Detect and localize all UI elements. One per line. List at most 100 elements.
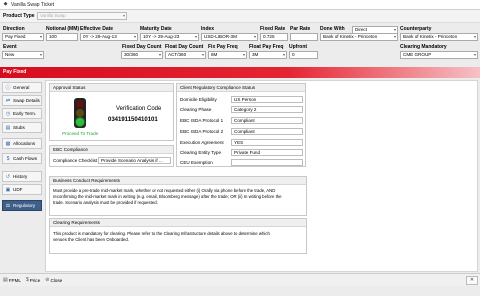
close-circle-icon: ⊘ (45, 277, 50, 283)
regulatory-content: Approval Status Proceed To Trade Verific… (45, 80, 478, 272)
done-with-value: Direct (355, 27, 367, 32)
fixed-day-count-select[interactable]: 30/360 ▾ (121, 51, 163, 59)
section-bar-label: Pay Fixed (3, 69, 27, 75)
nav-item-label: Early Term. (13, 111, 37, 116)
reg-row-label: Clearing Entity Type (180, 150, 222, 155)
index-header: Index (201, 26, 215, 32)
direction-select[interactable]: Pay Fixed ▾ (2, 33, 44, 41)
upfront-value: 0 (292, 52, 295, 57)
business-conduct-title: Business Conduct Requirements (50, 177, 306, 185)
history-icon: ↺ (5, 173, 11, 180)
float-day-count-value: ACT/360 (168, 52, 187, 57)
nav-item-general[interactable]: ⓘ General (2, 82, 42, 93)
maturity-date-input[interactable]: 10Y -> 29-Aug-23 ▾ (140, 33, 199, 41)
chevron-down-icon: ▾ (194, 34, 197, 39)
reg-row-label: Clearing Phase (180, 107, 212, 112)
counterparty-select[interactable]: Bank of Kinetix - Princeton ▾ (400, 33, 478, 41)
upfront-input[interactable]: 0 (289, 51, 318, 59)
nav-item-label: UDF (13, 187, 23, 192)
red-light (76, 100, 84, 108)
maturity-date-value: 10Y -> 29-Aug-23 (143, 34, 180, 39)
effective-date-value: 0Y -> 29-Aug-13 (83, 34, 117, 39)
reg-row-text: US Person (234, 97, 257, 102)
nav-item-label: Regulatory (13, 203, 36, 208)
reg-row-text: Compliant (234, 118, 255, 123)
par-rate-input[interactable] (290, 33, 318, 41)
counterparty-header: Counterparty (400, 26, 432, 32)
traffic-light-icon (74, 98, 86, 128)
chevron-down-icon: ▾ (253, 34, 256, 39)
price-button[interactable]: $ Price (26, 277, 40, 283)
close-ticket-button[interactable]: ⊘ Close (45, 277, 62, 283)
reg-row-value: Private Fund (231, 149, 303, 156)
business-conduct-line: trade. Scenario analysis must be provide… (53, 200, 158, 205)
par-rate-header: Par Rate (290, 26, 311, 32)
chevron-down-icon: ▾ (39, 34, 42, 39)
nav-item-history[interactable]: ↺ History (2, 171, 42, 182)
float-day-count-header: Float Day Count (165, 44, 204, 50)
window-title: Vanilla Swap Ticket (11, 1, 54, 8)
float-pay-freq-value: 3M (252, 52, 259, 57)
index-select[interactable]: USD-LIBOR-3M ▾ (201, 33, 258, 41)
chevron-down-icon: ▾ (133, 34, 136, 39)
section-bar: Pay Fixed (0, 67, 480, 78)
document-icon: ▤ (3, 277, 8, 283)
nav-item-allocations[interactable]: ▦ Allocations (2, 138, 42, 149)
close-icon[interactable]: ✕ (466, 276, 478, 285)
nav-item-cash-flows[interactable]: $ Cash Flows (2, 153, 42, 164)
notional-input[interactable]: 100 (46, 33, 78, 41)
product-type-value: Vanilla Swap (40, 13, 66, 18)
ebc-compliance-title: EBC Compliance (50, 146, 173, 154)
reg-row-value: Compliant (231, 117, 303, 124)
float-pay-freq-select[interactable]: 3M ▾ (249, 51, 287, 59)
notional-value: 100 (49, 34, 57, 39)
fix-pay-freq-select[interactable]: 6M ▾ (208, 51, 247, 59)
fpml-button[interactable]: ▤ FPML (3, 277, 21, 283)
window-bottom-edge (0, 286, 480, 296)
clock-icon: ◷ (5, 110, 11, 117)
client-regulatory-title: Client Regulatory Compliance Status (177, 84, 305, 92)
reg-row-label: Domicile Eligibility (180, 97, 217, 102)
price-label: Price (29, 277, 41, 283)
reg-row-label: EBC ISDA Protocol 1 (180, 118, 224, 123)
info-icon: ⓘ (5, 84, 11, 91)
product-type-label: Product Type (3, 13, 35, 19)
float-pay-freq-header: Float Pay Freq (249, 44, 284, 50)
reg-row-text: Category 2 (234, 107, 257, 112)
chevron-down-icon: ▾ (39, 52, 42, 57)
compliance-checklist-select[interactable]: Provide Scenario Analysis if ... (98, 157, 171, 164)
nav-item-swap-details[interactable]: ⇄ Swap Details (2, 95, 42, 106)
float-day-count-select[interactable]: ACT/360 ▾ (165, 51, 206, 59)
direction-header: Direction (3, 26, 25, 32)
clearing-line: This product is mandatory for clearing. … (53, 231, 270, 236)
chevron-down-icon: ▾ (158, 52, 161, 57)
clearing-requirements-panel: Clearing Requirements This product is ma… (49, 218, 307, 254)
done-with-entity-select[interactable]: Bank of Kinetix - Princeton ▾ (320, 33, 398, 41)
nav-item-label: Stubs (13, 125, 25, 130)
left-nav: ⓘ General ⇄ Swap Details ◷ Early Term. ▤… (0, 80, 45, 272)
reg-row-value: US Person (231, 96, 303, 103)
fixed-rate-value: 0.725 (263, 34, 275, 39)
clearing-mandatory-select[interactable]: CME GROUP ▾ (400, 51, 478, 59)
effective-date-input[interactable]: 0Y -> 29-Aug-13 ▾ (80, 33, 138, 41)
compliance-checklist-value: Provide Scenario Analysis if ... (101, 158, 163, 163)
nav-item-stubs[interactable]: ▤ Stubs (2, 122, 42, 133)
business-conduct-line: Must provide a pre-trade mid-market mark… (53, 188, 276, 193)
fixed-rate-input[interactable]: 0.725 (260, 33, 288, 41)
reg-row-text: YES (234, 140, 244, 145)
nav-item-udf[interactable]: ▣ UDF (2, 184, 42, 195)
product-type-select[interactable]: Vanilla Swap ▾ (37, 12, 127, 20)
chevron-down-icon: ▾ (473, 34, 476, 39)
event-select[interactable]: New ▾ (2, 51, 44, 59)
verification-code: 034191150410101 (108, 117, 158, 123)
nav-item-regulatory[interactable]: ⚖ Regulatory (2, 200, 42, 211)
chevron-down-icon: ▾ (242, 52, 245, 57)
reg-row-label: Execution Agreement (180, 140, 224, 145)
nav-item-early-term[interactable]: ◷ Early Term. (2, 108, 42, 119)
regulatory-icon: ⚖ (5, 202, 11, 209)
ebc-compliance-panel: EBC Compliance Compliance Checklist Prov… (49, 145, 174, 167)
nav-item-label: Swap Details (13, 98, 40, 103)
fixed-day-count-value: 30/360 (124, 52, 139, 57)
clearing-mandatory-value: CME GROUP (403, 52, 432, 57)
chevron-down-icon: ▾ (393, 34, 396, 39)
